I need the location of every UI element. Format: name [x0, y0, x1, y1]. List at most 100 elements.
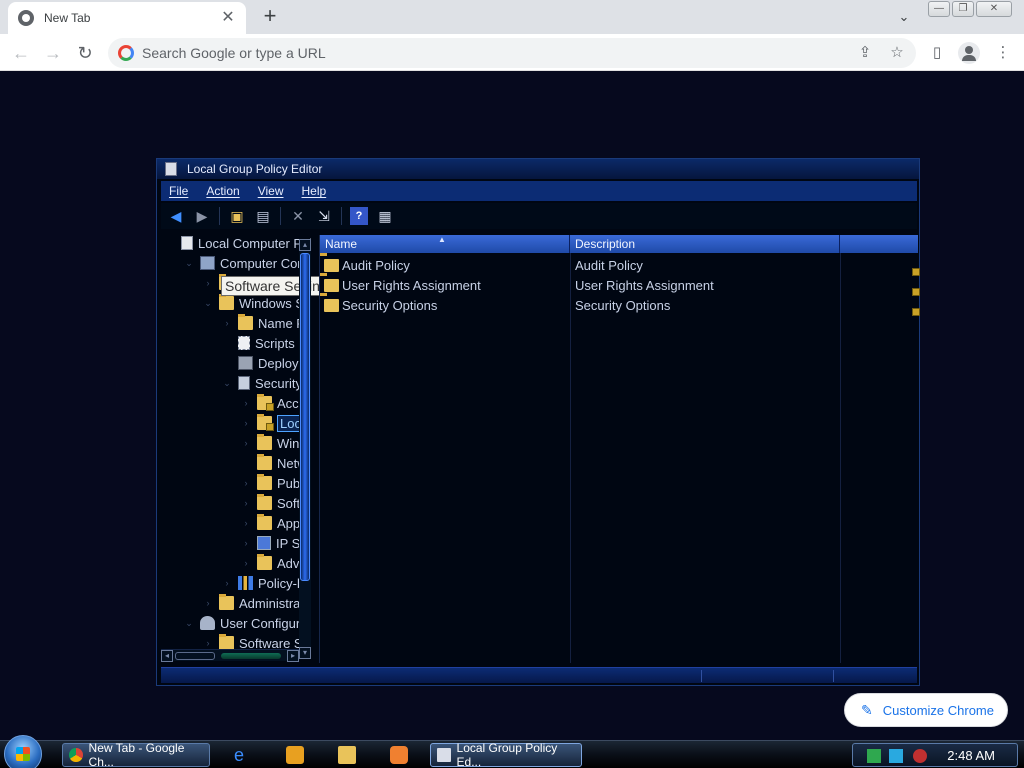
menu-help[interactable]: Help: [302, 184, 327, 198]
up-folder-icon[interactable]: ▣: [228, 207, 246, 225]
network-icon[interactable]: [889, 749, 903, 763]
list-item[interactable]: User Rights Assignment User Rights Assign…: [320, 275, 918, 295]
clock[interactable]: 2:48 AM: [947, 748, 995, 763]
tree-expander-icon[interactable]: ›: [222, 318, 232, 328]
h-scroll-thumb[interactable]: [175, 652, 215, 660]
taskbar-item-gpedit[interactable]: Local Group Policy Ed...: [430, 741, 582, 768]
scroll-thumb[interactable]: [300, 253, 310, 581]
app-icon[interactable]: [390, 746, 408, 764]
tree-expander-icon[interactable]: ›: [241, 398, 251, 408]
export-list-icon[interactable]: ⇲: [315, 207, 333, 225]
scroll-right-icon[interactable]: ▸: [287, 650, 299, 662]
back-arrow-icon[interactable]: ◀: [167, 207, 185, 225]
tree-expander-icon[interactable]: ›: [203, 638, 213, 648]
folder-icon: [257, 554, 272, 570]
share-icon[interactable]: ⇪: [852, 40, 878, 66]
side-panel-icon[interactable]: ▯: [924, 40, 950, 66]
menu-file[interactable]: File: [169, 184, 188, 198]
tree-item[interactable]: ⌄ Windows Set: [203, 293, 311, 313]
column-header-empty: [840, 235, 918, 253]
security-shield-icon[interactable]: [867, 749, 881, 763]
tree-expander-icon[interactable]: ›: [241, 438, 251, 448]
reload-button[interactable]: ↻: [72, 40, 98, 66]
tree-item[interactable]: ⌄ Computer Config: [184, 253, 311, 273]
tab-title: New Tab: [44, 11, 91, 25]
tree-item-label: Computer Config: [220, 255, 311, 271]
bookmark-star-icon[interactable]: ☆: [884, 40, 910, 66]
console-tree: Local Computer Pol⌄Computer Config›Softw…: [161, 233, 311, 663]
doc-icon: [181, 236, 193, 250]
close-window-button[interactable]: ✕: [976, 1, 1012, 17]
pencil-icon: ✎: [861, 701, 873, 718]
tree-expander-icon[interactable]: ›: [203, 598, 213, 608]
tree-expander-icon[interactable]: ›: [241, 418, 251, 428]
explorer-folder-icon[interactable]: [338, 746, 356, 764]
tree-expander-icon[interactable]: ⌄: [184, 258, 194, 269]
forward-button[interactable]: →: [40, 40, 66, 66]
start-button[interactable]: [4, 735, 42, 768]
tab-close-icon[interactable]: ✕: [220, 10, 236, 26]
folder-icon: [257, 494, 272, 510]
customize-chrome-label: Customize Chrome: [882, 702, 994, 718]
tree-item[interactable]: ›Name Res: [222, 313, 311, 333]
tree-vertical-scrollbar[interactable]: ▴ ▾: [299, 239, 311, 659]
tree-item[interactable]: ›Policy-bas: [222, 573, 312, 593]
tree-item[interactable]: Local Computer Pol: [165, 233, 311, 253]
list-item-name: User Rights Assignment: [320, 278, 570, 293]
tree-expander-icon[interactable]: ⌄: [222, 378, 232, 389]
scroll-down-icon[interactable]: ▾: [299, 647, 311, 659]
media-player-icon[interactable]: [286, 746, 304, 764]
tree-item[interactable]: Scripts (S: [222, 333, 311, 353]
volume-icon[interactable]: [913, 749, 927, 763]
omnibox[interactable]: Search Google or type a URL ⇪ ☆: [108, 38, 916, 68]
tree-expander-icon[interactable]: ›: [241, 538, 251, 548]
toolbar-separator: [219, 207, 220, 225]
scroll-left-icon[interactable]: ◂: [161, 650, 173, 662]
tree-expander-icon[interactable]: ›: [222, 578, 232, 588]
tree-item[interactable]: ⌄ User Configurati: [184, 613, 311, 633]
restore-button[interactable]: ❐: [952, 1, 974, 17]
internet-explorer-icon[interactable]: e: [234, 746, 252, 764]
properties-pane-icon[interactable]: ▦: [376, 207, 394, 225]
list-item[interactable]: Audit Policy Audit Policy: [320, 255, 918, 275]
list-item-name-text: User Rights Assignment: [342, 277, 481, 293]
scroll-up-icon[interactable]: ▴: [299, 239, 311, 251]
tree-item[interactable]: Deployed: [222, 353, 311, 373]
tree-expander-icon[interactable]: ›: [241, 518, 251, 528]
tree-item[interactable]: › Administrativ: [203, 593, 311, 613]
minimize-button[interactable]: —: [928, 1, 950, 17]
tree-expander-icon[interactable]: ›: [203, 278, 213, 288]
show-hide-tree-icon[interactable]: ▤: [254, 207, 272, 225]
script-icon: [238, 336, 250, 350]
list-item-name: Security Options: [320, 298, 570, 313]
help-icon[interactable]: ?: [350, 207, 368, 225]
tree-expander-icon[interactable]: ›: [241, 478, 251, 488]
column-header-name[interactable]: Name ▲: [320, 235, 570, 253]
tab-new-tab[interactable]: New Tab ✕: [8, 2, 246, 34]
h-scroll-track: [221, 653, 281, 659]
tree-item-label: User Configurati: [220, 615, 311, 631]
tree-expander-icon[interactable]: ›: [241, 558, 251, 568]
tree-expander-icon[interactable]: ⌄: [184, 618, 194, 629]
delete-icon[interactable]: ✕: [289, 207, 307, 225]
column-header-description[interactable]: Description: [570, 235, 840, 253]
list-item[interactable]: Security Options Security Options: [320, 295, 918, 315]
forward-arrow-icon[interactable]: ▶: [193, 207, 211, 225]
profile-avatar-icon[interactable]: [958, 42, 980, 64]
gpedit-icon: [437, 748, 451, 762]
list-item-description: Audit Policy: [575, 257, 643, 273]
chrome-menu-icon[interactable]: ⋮: [990, 40, 1016, 66]
omnibox-placeholder: Search Google or type a URL: [142, 45, 326, 61]
menu-action[interactable]: Action: [206, 184, 239, 198]
gpedit-titlebar[interactable]: Local Group Policy Editor: [157, 159, 919, 179]
back-button[interactable]: ←: [8, 40, 34, 66]
tree-item[interactable]: ⌄ Security S: [222, 373, 311, 393]
customize-chrome-button[interactable]: ✎ Customize Chrome: [844, 693, 1008, 727]
menu-view[interactable]: View: [258, 184, 284, 198]
tree-horizontal-scrollbar[interactable]: ◂ ▸: [161, 649, 299, 662]
taskbar-item-chrome[interactable]: New Tab - Google Ch...: [62, 741, 210, 768]
new-tab-button[interactable]: +: [256, 5, 284, 29]
tree-expander-icon[interactable]: ⌄: [203, 298, 213, 309]
tree-expander-icon[interactable]: ›: [241, 498, 251, 508]
tab-search-icon[interactable]: ⌄: [894, 7, 914, 27]
